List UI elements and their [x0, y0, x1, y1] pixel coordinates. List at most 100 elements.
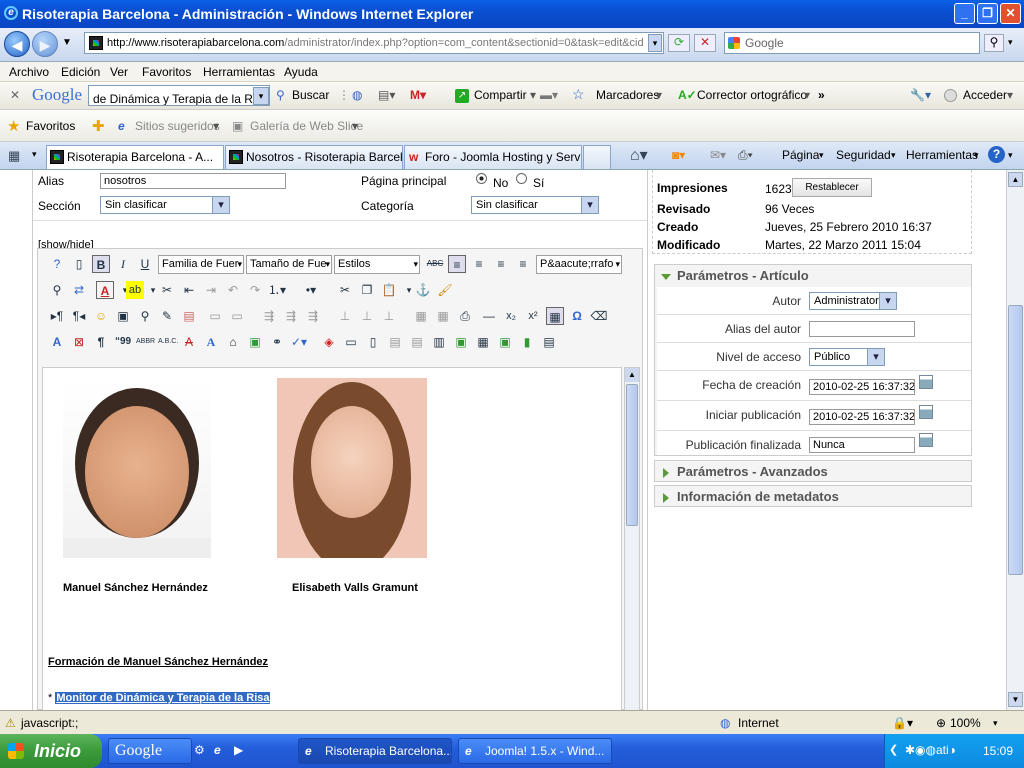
creation-date-input[interactable]: 2010-02-25 16:37:32	[809, 379, 915, 395]
menu-edicion[interactable]: Edición	[61, 65, 100, 79]
editor-content-area[interactable]: Manuel Sánchez Hernández Elisabeth Valls…	[42, 367, 622, 710]
align-justify-icon[interactable]: ≡	[448, 255, 466, 273]
move-up-icon[interactable]: ▤	[386, 333, 404, 351]
highlight-icon[interactable]: ab	[126, 281, 144, 299]
signin-button[interactable]: Acceder	[963, 88, 1007, 102]
google-query-dropdown-icon[interactable]: ▾	[253, 87, 269, 105]
quicklaunch-ie-icon[interactable]: e	[214, 743, 221, 757]
tray-icons[interactable]: ✱◉◍ati◑	[905, 743, 956, 757]
emoticon-icon[interactable]: ☺	[92, 307, 110, 325]
table-icon[interactable]: ▦	[412, 307, 430, 325]
share-button[interactable]: Compartir	[474, 88, 527, 102]
calendar-icon[interactable]	[919, 433, 933, 447]
menu-archivo[interactable]: Archivo	[9, 65, 49, 79]
layer-icon[interactable]: ▯	[364, 333, 382, 351]
access-select[interactable]: Público	[809, 348, 885, 366]
menu-ayuda[interactable]: Ayuda	[284, 65, 318, 79]
advanced-params-header[interactable]: Parámetros - Avanzados	[655, 461, 971, 483]
text-color-icon[interactable]: A	[96, 281, 114, 299]
refresh-icon[interactable]: ⟳	[668, 34, 690, 52]
help-dropdown-icon[interactable]: ▾	[1008, 150, 1013, 161]
publish-start-input[interactable]: 2010-02-25 16:37:32	[809, 409, 915, 425]
add-favorite-icon[interactable]: ✚	[92, 117, 105, 135]
ltr-icon[interactable]: ▸¶	[48, 307, 66, 325]
abbr-icon[interactable]: ABBR	[136, 333, 155, 351]
mail-icon[interactable]: ✉▾	[710, 148, 726, 162]
ins-icon[interactable]: A	[202, 333, 220, 351]
search-button[interactable]: ⚲	[984, 34, 1004, 52]
page-menu[interactable]: Página	[782, 148, 819, 162]
edit-icon[interactable]: ✎	[158, 307, 176, 325]
acronym-icon[interactable]: ⊥	[358, 307, 376, 325]
bold-icon[interactable]: B	[92, 255, 110, 273]
rtl-icon[interactable]: ¶◂	[70, 307, 88, 325]
bullet-list-icon[interactable]: •▾	[302, 281, 320, 299]
bookmarks-button[interactable]: Marcadores	[596, 88, 659, 102]
cell-icon[interactable]: ▦	[434, 307, 452, 325]
link-icon[interactable]: ⚭	[268, 333, 286, 351]
save-icon[interactable]: ▥	[430, 333, 448, 351]
insert-time-icon[interactable]: ▣	[452, 333, 470, 351]
replace-icon[interactable]: ⇄	[70, 281, 88, 299]
article-params-header[interactable]: Parámetros - Artículo	[655, 265, 971, 287]
quicklaunch-icon[interactable]: ⚙	[194, 743, 205, 757]
author-alias-input[interactable]	[809, 321, 915, 337]
cut-icon[interactable]: ✂	[336, 281, 354, 299]
maximize-button[interactable]: ❐	[977, 3, 998, 24]
editor-scrollbar[interactable]: ▲	[624, 367, 640, 710]
anchor-icon[interactable]: ⚓	[414, 281, 432, 299]
align-right-icon[interactable]: ≡	[514, 255, 532, 273]
editor-scroll-thumb[interactable]	[626, 384, 638, 526]
special-char-icon[interactable]: Ω	[568, 307, 586, 325]
close-toolbar-icon[interactable]: ✕	[10, 88, 20, 102]
calendar-icon[interactable]	[919, 375, 933, 389]
suggested-dropdown-icon[interactable]: ▾	[213, 119, 219, 133]
share-dropdown-icon[interactable]: ▾	[530, 88, 536, 102]
quick-tabs-icon[interactable]: ▦	[8, 148, 20, 164]
forward-layer-icon[interactable]: ⇶	[304, 307, 322, 325]
task-joomla[interactable]: e Joomla! 1.5.x - Wind...	[458, 738, 612, 764]
page-scroll-thumb[interactable]	[1008, 305, 1023, 575]
preview-icon[interactable]: ⚲	[136, 307, 154, 325]
calendar-icon[interactable]	[919, 405, 933, 419]
history-dropdown-icon[interactable]: ▼	[62, 37, 72, 48]
horizontal-rule-icon[interactable]: —	[480, 307, 498, 325]
find-icon[interactable]: ⚲	[48, 281, 66, 299]
gmail-icon[interactable]: M▾	[410, 88, 426, 102]
style-icon[interactable]: A	[48, 333, 66, 351]
eraser-icon[interactable]: ⌫	[590, 307, 608, 325]
google-search-button[interactable]: Buscar	[292, 88, 329, 102]
popup-icon[interactable]: ▤▾	[378, 88, 395, 102]
strikethrough-icon[interactable]: ABC	[426, 255, 444, 273]
align-left-icon[interactable]: ≡	[492, 255, 510, 273]
visual-aid-icon[interactable]: ▦	[546, 307, 564, 325]
clean-icon[interactable]: ✂	[158, 281, 176, 299]
styles-select[interactable]: Estilos	[334, 255, 420, 274]
abs-icon[interactable]: ⇶	[282, 307, 300, 325]
metadata-header[interactable]: Información de metadatos	[655, 486, 971, 508]
new-tab-button[interactable]	[583, 145, 611, 169]
reset-hits-button[interactable]: Restablecer	[792, 178, 872, 197]
protected-mode-icon[interactable]: 🔒▾	[892, 716, 913, 730]
paste-icon[interactable]: 📋	[380, 281, 398, 299]
print-editor-icon[interactable]: ⎙	[456, 307, 474, 325]
remove-format-icon[interactable]: ⊠	[70, 333, 88, 351]
fullscreen-icon[interactable]: ▤	[540, 333, 558, 351]
table-row-icon[interactable]: ▭	[206, 307, 224, 325]
webslice-link[interactable]: Galería de Web Slice	[250, 119, 363, 133]
tools-menu[interactable]: Herramientas	[906, 148, 978, 162]
acronym-abc-icon[interactable]: A.B.C.	[158, 333, 178, 351]
google-query-input[interactable]: de Dinámica y Terapia de la Risa	[88, 85, 270, 106]
menu-ver[interactable]: Ver	[110, 65, 128, 79]
nonbreaking-icon[interactable]: ▭	[342, 333, 360, 351]
notebook-icon[interactable]: ▬▾	[540, 88, 558, 102]
alias-input[interactable]: nosotros	[100, 173, 286, 189]
globe-icon[interactable]: ◍	[352, 88, 362, 102]
scroll-up-icon[interactable]: ▲	[625, 368, 639, 382]
spellcheck-dropdown-icon[interactable]: ▾	[804, 88, 810, 102]
signin-dropdown-icon[interactable]: ▾	[1007, 88, 1013, 102]
favorites-button[interactable]: Favoritos	[26, 119, 75, 133]
tab-list-icon[interactable]: ▾	[32, 149, 37, 160]
close-button[interactable]: ✕	[1000, 3, 1021, 24]
frontpage-yes-radio[interactable]	[516, 173, 527, 184]
